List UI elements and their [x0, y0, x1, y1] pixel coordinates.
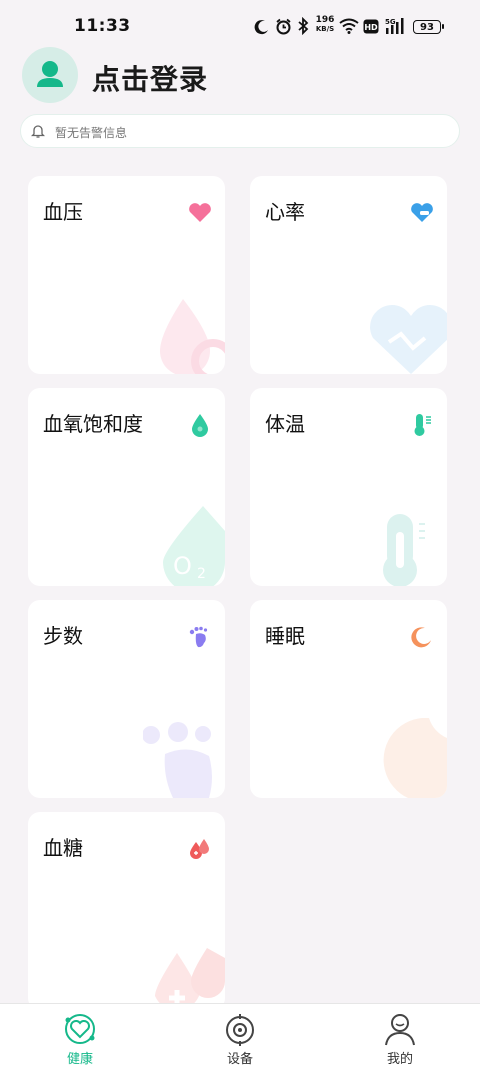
battery-indicator: 93 — [413, 20, 444, 34]
card-title: 步数 — [43, 624, 83, 648]
alert-bar[interactable]: 暂无告警信息 — [20, 114, 460, 148]
card-title: 体温 — [265, 412, 305, 436]
blood-drop-plus-icon — [155, 948, 225, 1010]
card-blood-pressure[interactable]: 血压 — [28, 176, 225, 374]
health-icon — [65, 1014, 95, 1044]
card-steps[interactable]: 步数 — [28, 600, 225, 798]
card-blood-glucose[interactable]: 血糖 — [28, 812, 225, 1010]
blood-glucose-icon — [190, 839, 209, 859]
oxygen-drop-deco-icon: O 2 — [163, 506, 225, 586]
card-title: 血压 — [43, 200, 83, 224]
card-title: 血氧饱和度 — [43, 412, 143, 436]
hd-icon: HD — [363, 19, 379, 34]
card-blood-oxygen[interactable]: 血氧饱和度 O 2 — [28, 388, 225, 586]
status-bar: 11:33 196 KB/S HD 5G 93 — [0, 0, 480, 40]
oxygen-drop-icon — [192, 414, 208, 437]
card-title: 血糖 — [43, 836, 83, 860]
network-speed-unit: KB/S — [315, 25, 335, 33]
svg-text:HD: HD — [364, 23, 378, 32]
user-icon — [37, 61, 63, 87]
alarm-icon — [276, 18, 291, 35]
nav-label: 健康 — [66, 1052, 93, 1067]
wifi-icon — [339, 18, 359, 34]
alert-text: 暂无告警信息 — [55, 126, 128, 140]
blood-drop-gauge-icon — [160, 299, 225, 374]
heart-rate-icon — [411, 203, 433, 222]
network-speed: 196 KB/S — [314, 16, 336, 34]
card-heart-rate[interactable]: 心率 — [250, 176, 447, 374]
footprint-deco-icon — [143, 722, 212, 798]
avatar[interactable] — [22, 47, 78, 103]
nav-profile[interactable]: 我的 — [355, 1012, 445, 1067]
heart-pulse-icon — [370, 305, 447, 374]
heart-icon — [189, 203, 211, 222]
footprint-icon — [189, 626, 208, 648]
card-title: 睡眠 — [265, 624, 305, 648]
nav-label: 我的 — [386, 1052, 413, 1067]
card-sleep[interactable]: 睡眠 — [250, 600, 447, 798]
bell-icon — [31, 125, 45, 138]
network-speed-value: 196 — [315, 15, 335, 25]
svg-text:O: O — [173, 552, 192, 580]
bottom-navigation: 健康 设备 我的 — [0, 1003, 480, 1073]
do-not-disturb-icon — [254, 20, 268, 35]
status-time: 11:33 — [74, 16, 131, 36]
device-icon — [226, 1014, 254, 1046]
login-button[interactable]: 点击登录 — [92, 58, 208, 98]
svg-text:2: 2 — [197, 566, 206, 582]
thermometer-icon — [414, 414, 431, 436]
nav-health[interactable]: 健康 — [35, 1012, 125, 1067]
moon-deco-icon — [383, 718, 447, 798]
nav-devices[interactable]: 设备 — [195, 1012, 285, 1067]
card-title: 心率 — [265, 200, 305, 224]
card-temperature[interactable]: 体温 — [250, 388, 447, 586]
thermometer-deco-icon — [383, 514, 425, 586]
person-icon — [385, 1014, 415, 1046]
bluetooth-icon — [298, 17, 309, 35]
nav-label: 设备 — [226, 1052, 253, 1067]
moon-icon — [411, 627, 431, 648]
svg-text:5G: 5G — [385, 18, 396, 26]
cellular-signal-icon: 5G — [385, 18, 404, 34]
